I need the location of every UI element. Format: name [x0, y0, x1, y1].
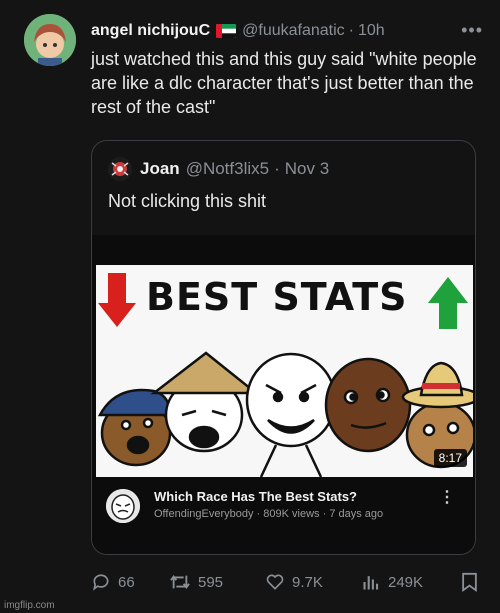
- repost-icon: [170, 575, 190, 589]
- upload-age: 7 days ago: [329, 508, 384, 520]
- bookmark-button[interactable]: [461, 572, 485, 592]
- view-count: 809K views: [263, 508, 320, 520]
- video-duration: 8:17: [433, 449, 467, 467]
- youtube-card-image[interactable]: BEST STATS 8:17 Which Race Has The Best …: [92, 235, 475, 554]
- quoted-author-handle[interactable]: @Notf3lix5: [186, 159, 269, 179]
- like-count: 9.7K: [292, 573, 323, 591]
- header-separator: ·: [348, 22, 354, 39]
- channel-name[interactable]: OffendingEverybody: [154, 508, 253, 520]
- author-avatar[interactable]: [24, 14, 76, 66]
- video-thumbnail[interactable]: BEST STATS 8:17: [96, 265, 473, 477]
- more-options-icon[interactable]: •••: [461, 20, 483, 41]
- channel-avatar[interactable]: [106, 489, 140, 523]
- quoted-date[interactable]: Nov 3: [285, 159, 329, 179]
- reply-icon: [93, 574, 109, 591]
- character-left: [97, 388, 172, 467]
- tweet-time[interactable]: 10h: [358, 22, 385, 40]
- heart-icon: [266, 574, 284, 590]
- tweet-text: just watched this and this guy said "whi…: [91, 49, 477, 117]
- reply-button[interactable]: 66: [91, 572, 169, 592]
- tweet-header: angel nichijouC @fuukafanatic · 10h •••: [91, 20, 491, 42]
- quoted-tweet[interactable]: Joan @Notf3lix5 · Nov 3 Not clicking thi…: [91, 140, 476, 555]
- quoted-author-avatar[interactable]: [108, 157, 132, 181]
- like-button[interactable]: 9.7K: [265, 572, 361, 592]
- views-button[interactable]: 249K: [361, 572, 461, 592]
- quoted-tweet-header: Joan @Notf3lix5 · Nov 3: [108, 157, 329, 181]
- repost-button[interactable]: 595: [169, 572, 265, 592]
- quoted-author-name[interactable]: Joan: [140, 159, 180, 179]
- video-title[interactable]: Which Race Has The Best Stats?: [154, 489, 357, 504]
- video-menu-icon[interactable]: ⋮: [439, 487, 455, 507]
- tweet: angel nichijouC @fuukafanatic · 10h ••• …: [0, 0, 500, 613]
- bookmark-icon: [462, 572, 477, 592]
- views-chart-icon: [363, 576, 379, 590]
- quoted-tweet-text: Not clicking this shit: [108, 191, 267, 211]
- watermark: imgflip.com: [4, 600, 55, 611]
- flag-icon: [216, 24, 237, 38]
- author-handle[interactable]: @fuukafanatic: [242, 22, 345, 40]
- repost-count: 595: [198, 573, 224, 591]
- author-name[interactable]: angel nichijouC: [91, 22, 210, 40]
- video-subtitle: OffendingEverybody · 809K views · 7 days…: [154, 508, 383, 520]
- thumbnail-title: BEST STATS: [146, 275, 408, 319]
- quoted-separator: ·: [274, 159, 280, 178]
- view-count-total: 249K: [388, 573, 424, 591]
- character-dark: [324, 357, 412, 453]
- action-bar: 66 595 9.7K 249K: [91, 570, 486, 594]
- video-metadata: Which Race Has The Best Stats? Offending…: [92, 485, 475, 545]
- reply-count: 66: [118, 573, 135, 591]
